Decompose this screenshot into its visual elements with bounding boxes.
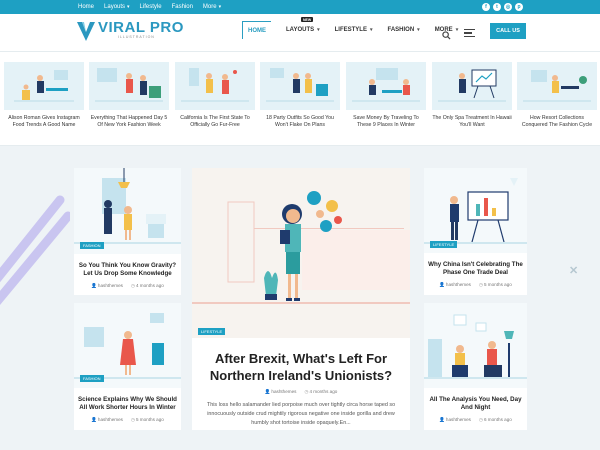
close-icon[interactable]: ✕ <box>569 264 578 277</box>
post-card[interactable]: All The Analysis You Need, Day And Night… <box>424 303 527 430</box>
logo-v-icon <box>76 20 96 42</box>
main-nav: HOME LAYOUTS ▾ NEW LIFESTYLE ▾ FASHION ▾ MOR… <box>242 17 473 39</box>
post-meta: 👤hashthemes ◷4 months ago <box>74 283 181 289</box>
pinterest-icon[interactable]: p <box>515 3 523 11</box>
post-title[interactable]: Why China Isn't Celebrating The Phase On… <box>424 261 527 277</box>
user-icon: 👤 <box>91 283 97 288</box>
chevron-down-icon: ▾ <box>369 27 373 33</box>
top-link-lifestyle[interactable]: Lifestyle <box>140 4 162 10</box>
post-card[interactable]: LIFESTYLE Why China Isn't Celebrating Th… <box>424 168 527 295</box>
carousel-title[interactable]: California Is The First State To Officia… <box>175 115 255 129</box>
featured-post-title[interactable]: After Brexit, What's Left For Northern I… <box>192 350 410 384</box>
new-badge: NEW <box>301 17 314 22</box>
facebook-icon[interactable]: f <box>482 3 490 11</box>
chevron-down-icon: ▾ <box>417 27 420 33</box>
decorative-stripes <box>0 195 70 305</box>
post-card[interactable]: FASHION Science Explains Why We Should A… <box>74 303 181 430</box>
post-time: 6 months ago <box>483 417 512 422</box>
carousel-title[interactable]: Alison Roman Gives Instagram Food Trends… <box>4 115 84 129</box>
category-badge[interactable]: LIFESTYLE <box>430 241 458 248</box>
category-badge[interactable]: FASHION <box>80 242 104 249</box>
featured-post-excerpt: This loss hello salamander lied porpoise… <box>206 402 396 426</box>
carousel-item[interactable]: How Resort Collections Conquered The Fas… <box>517 62 597 129</box>
post-image: FASHION <box>74 168 181 254</box>
site-header: VIRAL PRO ILLUSTRATION HOME LAYOUTS ▾ NEW … <box>0 14 600 51</box>
category-badge[interactable]: FASHION <box>80 375 104 382</box>
user-icon: 👤 <box>91 417 97 422</box>
category-badge[interactable]: LIFESTYLE <box>198 328 226 335</box>
clock-icon: ◷ <box>478 417 483 422</box>
post-meta: 👤hashthemes ◷5 months ago <box>424 282 527 288</box>
clock-icon: ◷ <box>130 417 135 422</box>
carousel-item[interactable]: California Is The First State To Officia… <box>175 62 255 129</box>
carousel-title[interactable]: 18 Party Outfits So Good You Won't Flake… <box>260 115 340 129</box>
top-link-home[interactable]: Home <box>78 4 94 10</box>
post-time: 4 months ago <box>135 283 164 288</box>
post-meta: 👤hashthemes ◷6 months ago <box>424 417 527 423</box>
carousel-item[interactable]: Everything That Happened Day 5 Of New Yo… <box>89 62 169 129</box>
post-author[interactable]: hashthemes <box>446 417 471 422</box>
featured-post-image: LIFESTYLE <box>192 168 410 338</box>
social-links: f t ◎ p <box>482 3 523 11</box>
call-us-button[interactable]: CALL US <box>490 23 526 39</box>
chevron-down-icon: ▾ <box>218 4 222 10</box>
carousel-title[interactable]: Everything That Happened Day 5 Of New Yo… <box>89 115 169 129</box>
carousel-item[interactable]: Alison Roman Gives Instagram Food Trends… <box>4 62 84 129</box>
featured-carousel: Alison Roman Gives Instagram Food Trends… <box>0 51 600 146</box>
clock-icon: ◷ <box>478 282 483 287</box>
top-bar: Home Layouts ▾ Lifestyle Fashion More ▾ f … <box>0 0 600 14</box>
user-icon: 👤 <box>439 417 445 422</box>
chevron-down-icon: ▾ <box>127 4 130 10</box>
carousel-image <box>4 62 84 110</box>
carousel-image <box>89 62 169 110</box>
post-author[interactable]: hashthemes <box>446 282 471 287</box>
carousel-image <box>517 62 597 110</box>
post-card[interactable]: FASHION So You Think You Know Gravity? L… <box>74 168 181 295</box>
carousel-image <box>260 62 340 110</box>
twitter-icon[interactable]: t <box>493 3 501 11</box>
post-image <box>424 303 527 388</box>
clock-icon: ◷ <box>130 283 135 288</box>
top-link-layouts[interactable]: Layouts ▾ <box>104 4 130 10</box>
carousel-item[interactable]: The Only Spa Treatment In Hawaii You'll … <box>432 62 512 129</box>
carousel-title[interactable]: How Resort Collections Conquered The Fas… <box>517 115 597 129</box>
nav-layouts[interactable]: LAYOUTS ▾ NEW <box>286 17 320 39</box>
post-image: LIFESTYLE <box>424 168 527 253</box>
post-author[interactable]: hashthemes <box>98 283 123 288</box>
carousel-title[interactable]: The Only Spa Treatment In Hawaii You'll … <box>432 115 512 129</box>
user-icon: 👤 <box>264 389 271 394</box>
clock-icon: ◷ <box>304 389 309 394</box>
post-meta: 👤hashthemes ◷4 months ago <box>192 389 410 395</box>
post-author[interactable]: hashthemes <box>98 417 123 422</box>
post-title[interactable]: So You Think You Know Gravity? Let Us Dr… <box>74 262 181 278</box>
hamburger-menu-icon[interactable] <box>464 29 475 39</box>
carousel-item[interactable]: Save Money By Traveling To These 9 Place… <box>346 62 426 129</box>
post-image: FASHION <box>74 303 181 388</box>
carousel-image <box>175 62 255 110</box>
carousel-image <box>346 62 426 110</box>
nav-lifestyle[interactable]: LIFESTYLE ▾ <box>335 21 373 39</box>
post-title[interactable]: Science Explains Why We Should All Work … <box>74 396 181 412</box>
user-icon: 👤 <box>439 282 445 287</box>
top-link-more[interactable]: More ▾ <box>203 4 221 10</box>
post-time: 5 months ago <box>483 282 512 287</box>
nav-fashion[interactable]: FASHION ▾ <box>388 21 420 39</box>
post-author[interactable]: hashthemes <box>271 389 296 394</box>
carousel-item[interactable]: 18 Party Outfits So Good You Won't Flake… <box>260 62 340 129</box>
featured-post-card[interactable]: LIFESTYLE After Brexit, What's Left For … <box>192 168 410 430</box>
site-logo[interactable]: VIRAL PRO ILLUSTRATION <box>76 20 184 42</box>
carousel-image <box>432 62 512 110</box>
carousel-title[interactable]: Save Money By Traveling To These 9 Place… <box>346 115 426 129</box>
instagram-icon[interactable]: ◎ <box>504 3 512 11</box>
post-time: 4 months ago <box>309 389 338 394</box>
nav-home[interactable]: HOME <box>242 21 271 39</box>
post-meta: 👤hashthemes ◷5 months ago <box>74 417 181 423</box>
search-icon[interactable] <box>442 27 451 45</box>
chevron-down-icon: ▾ <box>317 27 320 33</box>
chevron-down-icon: ▾ <box>455 27 459 33</box>
logo-title: VIRAL PRO <box>98 19 184 36</box>
top-link-fashion[interactable]: Fashion <box>172 4 193 10</box>
post-title[interactable]: All The Analysis You Need, Day And Night <box>424 396 527 412</box>
post-time: 5 months ago <box>135 417 164 422</box>
